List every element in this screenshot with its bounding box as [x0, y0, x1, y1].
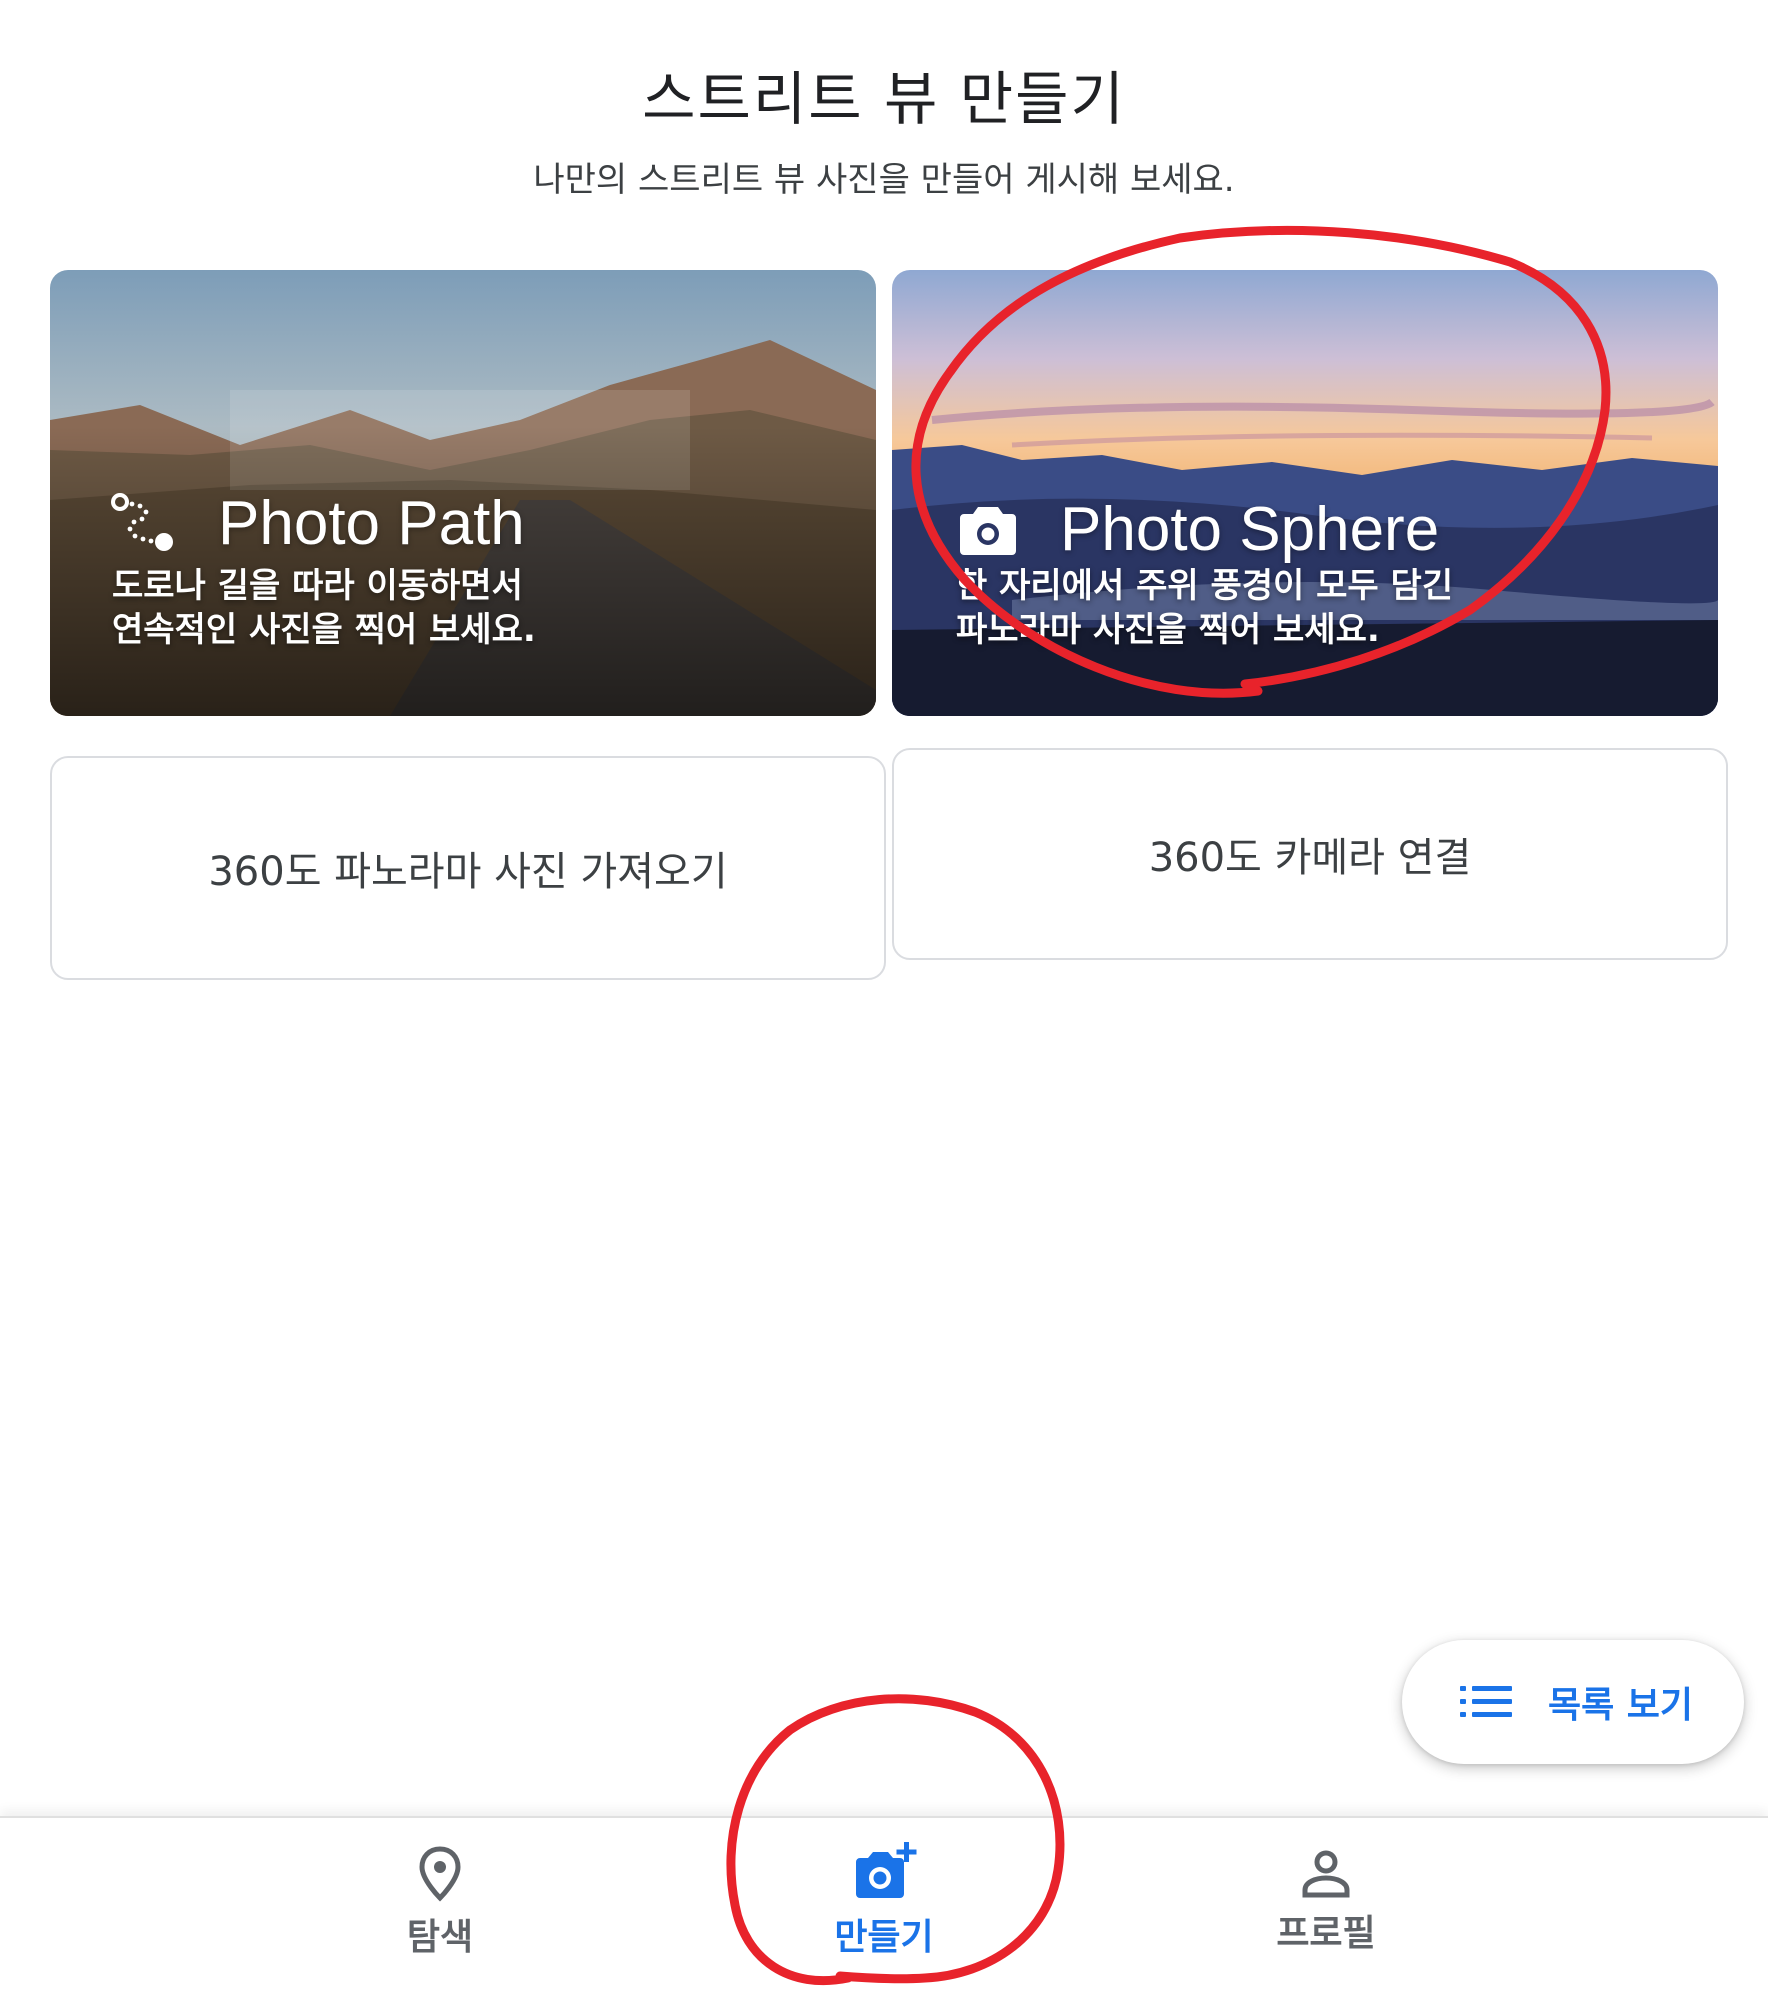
import-360-photo-button[interactable]: 360도 파노라마 사진 가져오기	[50, 756, 886, 980]
list-view-label: 목록 보기	[1548, 1685, 1694, 1726]
nav-label-create: 만들기	[834, 1917, 934, 1958]
nav-item-profile[interactable]: 프로필	[1206, 1818, 1446, 1996]
connect-360-camera-button[interactable]: 360도 카메라 연결	[892, 748, 1728, 960]
person-icon	[1302, 1850, 1350, 1898]
photo-path-desc-line: 연속적인 사진을 찍어 보세요.	[112, 610, 536, 650]
photo-sphere-card[interactable]: Photo Sphere 한 자리에서 주위 풍경이 모두 담긴 파노라마 사진…	[892, 270, 1718, 716]
import-360-photo-label: 360도 파노라마 사진 가져오기	[208, 849, 728, 895]
photo-sphere-desc-line: 한 자리에서 주위 풍경이 모두 담긴	[956, 566, 1454, 606]
list-icon	[1460, 1686, 1512, 1717]
photo-sphere-desc-line: 파노라마 사진을 찍어 보세요.	[956, 610, 1380, 650]
page-title: 스트리트 뷰 만들기	[642, 65, 1126, 133]
page-subtitle: 나만의 스트리트 뷰 사진을 만들어 게시해 보세요.	[533, 160, 1235, 200]
photo-path-title: Photo Path	[218, 489, 525, 558]
list-view-button[interactable]: 목록 보기	[1402, 1640, 1744, 1764]
photo-path-description: 도로나 길을 따라 이동하면서 연속적인 사진을 찍어 보세요.	[112, 564, 536, 652]
photo-path-icon	[111, 492, 173, 551]
nav-item-create[interactable]: 만들기	[764, 1818, 1004, 1996]
photo-path-desc-line: 도로나 길을 따라 이동하면서	[112, 566, 523, 606]
add-camera-icon	[856, 1842, 917, 1898]
photo-path-card[interactable]: Photo Path 도로나 길을 따라 이동하면서 연속적인 사진을 찍어 보…	[50, 270, 876, 716]
camera-icon	[960, 506, 1016, 555]
photo-sphere-description: 한 자리에서 주위 풍경이 모두 담긴 파노라마 사진을 찍어 보세요.	[956, 564, 1453, 652]
photo-sphere-title: Photo Sphere	[1060, 495, 1440, 564]
location-pin-icon	[419, 1846, 461, 1902]
bottom-navigation: 탐색 만들기 프로필	[0, 1816, 1768, 1996]
nav-label-explore: 탐색	[406, 1917, 474, 1958]
nav-label-profile: 프로필	[1276, 1913, 1376, 1954]
connect-360-camera-label: 360도 카메라 연결	[1148, 835, 1472, 881]
nav-item-explore[interactable]: 탐색	[320, 1818, 560, 1996]
